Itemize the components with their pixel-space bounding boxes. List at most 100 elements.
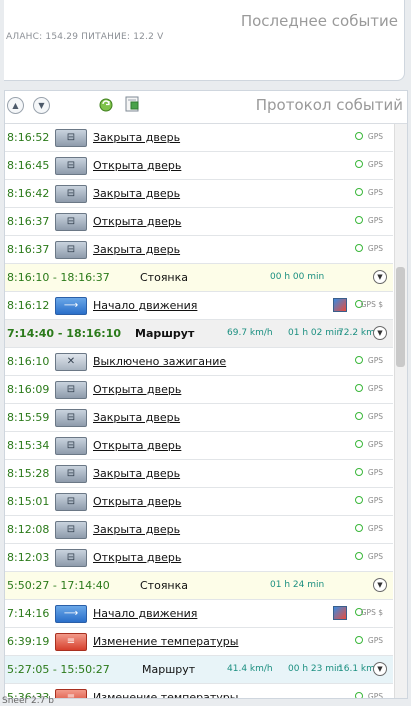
door-icon: ⊟ xyxy=(55,521,87,539)
event-row[interactable]: 8:12:08 ⊟ Закрыта дверь GPS xyxy=(5,516,393,544)
move-icon: ⟶ xyxy=(55,297,87,315)
event-row[interactable]: 5:36:33 ≡ Изменение температуры GPS xyxy=(5,684,393,699)
event-list-scrollbar[interactable] xyxy=(394,124,407,698)
gps-status-icon xyxy=(355,356,363,364)
route-distance: 16.1 km xyxy=(338,664,375,674)
event-time: 7:14:16 xyxy=(7,607,50,620)
event-link[interactable]: Закрыта дверь xyxy=(93,523,180,536)
last-event-panel: Последнее событие АЛАНС: 154.29 ПИТАНИЕ:… xyxy=(4,0,405,81)
event-row[interactable]: 7:14:16 ⟶ Начало движения GPS $ xyxy=(5,600,393,628)
event-time: 8:16:12 xyxy=(7,299,50,312)
event-link[interactable]: Начало движения xyxy=(93,299,197,312)
expand-icon[interactable]: ▼ xyxy=(373,270,387,284)
route-summary-row[interactable]: 5:27:05 - 15:50:27 Маршрут 41.4 km/h 00 h 2… xyxy=(5,656,393,684)
event-time: 6:39:19 xyxy=(7,635,50,648)
gps-status-icon xyxy=(355,692,363,698)
gps-label: GPS xyxy=(367,132,383,141)
route-distance: 72.2 km xyxy=(338,328,375,338)
event-log-panel: ▲ ▼ Протокол событий 8:16:52 ⊟ Закрыта две… xyxy=(4,90,408,699)
scrollbar-thumb[interactable] xyxy=(396,267,405,367)
route-label: Маршрут xyxy=(135,327,195,340)
parking-time-range: 8:16:10 - 18:16:37 xyxy=(7,271,110,284)
event-link[interactable]: Изменение температуры xyxy=(93,635,238,648)
route-speed: 41.4 km/h xyxy=(227,664,273,674)
parking-summary-row[interactable]: 8:16:10 - 18:16:37 Стоянка 00 h 00 min ▼ xyxy=(5,264,393,292)
event-row[interactable]: 8:15:59 ⊟ Закрыта дверь GPS xyxy=(5,404,393,432)
event-link[interactable]: Закрыта дверь xyxy=(93,411,180,424)
event-time: 8:15:01 xyxy=(7,495,50,508)
scroll-down-button[interactable]: ▼ xyxy=(33,97,50,114)
door-icon: ⊟ xyxy=(55,493,87,511)
event-link[interactable]: Изменение температуры xyxy=(93,691,238,698)
expand-icon[interactable]: ▼ xyxy=(373,662,387,676)
parking-summary-row[interactable]: 5:50:27 - 17:14:40 Стоянка 01 h 24 min ▼ xyxy=(5,572,393,600)
event-time: 8:16:45 xyxy=(7,159,50,172)
photo-icon[interactable] xyxy=(333,298,347,312)
parking-duration: 01 h 24 min xyxy=(270,580,325,590)
gps-label: GPS $ xyxy=(360,608,383,617)
event-link[interactable]: Закрыта дверь xyxy=(93,243,180,256)
event-link[interactable]: Открыта дверь xyxy=(93,159,181,172)
gps-label: GPS xyxy=(367,412,383,421)
export-icon[interactable] xyxy=(123,95,141,113)
gps-label: GPS xyxy=(367,384,383,393)
event-row[interactable]: 8:16:42 ⊟ Закрыта дверь GPS xyxy=(5,180,393,208)
event-row[interactable]: 8:16:37 ⊟ Открыта дверь GPS xyxy=(5,208,393,236)
device-status: АЛАНС: 154.29 ПИТАНИЕ: 12.2 V xyxy=(6,32,164,42)
gps-status-icon xyxy=(355,244,363,252)
route-speed: 69.7 km/h xyxy=(227,328,273,338)
gps-status-icon xyxy=(355,468,363,476)
route-label: Маршрут xyxy=(142,663,196,676)
event-link[interactable]: Открыта дверь xyxy=(93,383,181,396)
gps-label: GPS xyxy=(367,440,383,449)
gps-label: GPS xyxy=(367,524,383,533)
gps-label: GPS xyxy=(367,244,383,253)
gps-status-icon xyxy=(355,160,363,168)
event-link[interactable]: Закрыта дверь xyxy=(93,187,180,200)
door-icon: ⊟ xyxy=(55,465,87,483)
gps-label: GPS xyxy=(367,552,383,561)
gps-label: GPS xyxy=(367,636,383,645)
event-row[interactable]: 8:15:01 ⊟ Открыта дверь GPS xyxy=(5,488,393,516)
event-row[interactable]: 8:16:45 ⊟ Открыта дверь GPS xyxy=(5,152,393,180)
door-icon: ⊟ xyxy=(55,241,87,259)
event-row[interactable]: 8:16:12 ⟶ Начало движения GPS $ xyxy=(5,292,393,320)
parking-time-range: 5:50:27 - 17:14:40 xyxy=(7,579,110,592)
event-link[interactable]: Выключено зажигание xyxy=(93,355,226,368)
event-row[interactable]: 8:16:10 ✕ Выключено зажигание GPS xyxy=(5,348,393,376)
event-link[interactable]: Начало движения xyxy=(93,607,197,620)
event-row[interactable]: 8:16:37 ⊟ Закрыта дверь GPS xyxy=(5,236,393,264)
event-row[interactable]: 6:39:19 ≡ Изменение температуры GPS xyxy=(5,628,393,656)
expand-icon[interactable]: ▼ xyxy=(373,326,387,340)
event-time: 8:15:34 xyxy=(7,439,50,452)
refresh-icon[interactable] xyxy=(97,95,115,113)
event-link[interactable]: Закрыта дверь xyxy=(93,467,180,480)
event-link[interactable]: Закрыта дверь xyxy=(93,131,180,144)
event-row[interactable]: 8:16:09 ⊟ Открыта дверь GPS xyxy=(5,376,393,404)
event-row[interactable]: 8:16:52 ⊟ Закрыта дверь GPS xyxy=(5,124,393,152)
event-row[interactable]: 8:15:34 ⊟ Открыта дверь GPS xyxy=(5,432,393,460)
door-icon: ⊟ xyxy=(55,129,87,147)
gps-status-icon xyxy=(355,132,363,140)
door-icon: ⊟ xyxy=(55,437,87,455)
event-log-title: Протокол событий xyxy=(255,96,403,114)
door-icon: ⊟ xyxy=(55,549,87,567)
scroll-up-button[interactable]: ▲ xyxy=(7,97,24,114)
expand-icon[interactable]: ▼ xyxy=(373,578,387,592)
event-link[interactable]: Открыта дверь xyxy=(93,551,181,564)
event-link[interactable]: Открыта дверь xyxy=(93,439,181,452)
gps-label: GPS xyxy=(367,188,383,197)
event-list: 8:16:52 ⊟ Закрыта дверь GPS 8:16:45 ⊟ Открыта … xyxy=(5,124,393,699)
event-row[interactable]: 8:12:03 ⊟ Открыта дверь GPS xyxy=(5,544,393,572)
door-icon: ⊟ xyxy=(55,157,87,175)
event-link[interactable]: Открыта дверь xyxy=(93,495,181,508)
photo-icon[interactable] xyxy=(333,606,347,620)
event-link[interactable]: Открыта дверь xyxy=(93,215,181,228)
gps-status-icon xyxy=(355,496,363,504)
parking-label: Стоянка xyxy=(140,579,189,592)
route-summary-row[interactable]: 7:14:40 - 18:16:10 Маршрут 69.7 km/h 01 h 0… xyxy=(5,320,393,348)
door-icon: ⊟ xyxy=(55,409,87,427)
gps-label: GPS xyxy=(367,692,383,699)
event-row[interactable]: 8:15:28 ⊟ Закрыта дверь GPS xyxy=(5,460,393,488)
event-time: 8:12:03 xyxy=(7,551,50,564)
